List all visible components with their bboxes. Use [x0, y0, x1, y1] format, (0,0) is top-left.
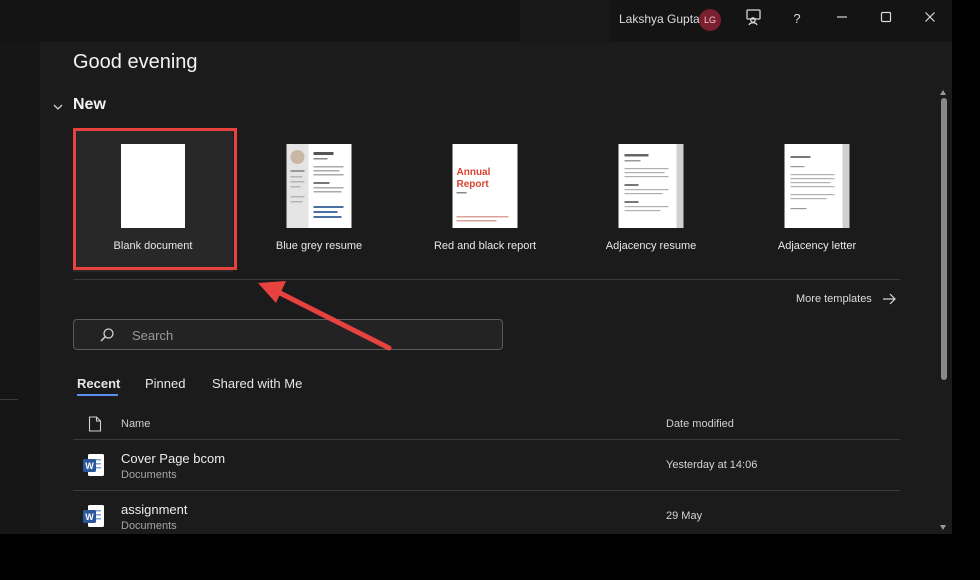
- search-input[interactable]: Search: [73, 319, 503, 350]
- file-date-modified: Yesterday at 14:06: [666, 459, 758, 471]
- template-label: Red and black report: [433, 240, 537, 252]
- scrollbar-thumb[interactable]: [941, 98, 947, 380]
- word-start-window: Lakshya Gupta LG ? Good evening New Blan…: [0, 0, 952, 534]
- search-placeholder: Search: [132, 328, 174, 343]
- report-cover-line-1: Annual: [457, 167, 491, 178]
- svg-text:W: W: [85, 512, 94, 522]
- annotation-highlight-box: [73, 128, 237, 270]
- divider: [73, 439, 900, 440]
- search-icon: [99, 327, 115, 348]
- report-cover-line-2: Report: [457, 179, 490, 190]
- divider: [73, 490, 900, 491]
- arrow-right-icon[interactable]: [881, 291, 897, 312]
- file-type-icon: [88, 416, 102, 437]
- tab-shared-with-me[interactable]: Shared with Me: [212, 376, 302, 391]
- file-name: assignment: [121, 502, 188, 517]
- maximize-button[interactable]: [874, 8, 898, 30]
- tab-pinned[interactable]: Pinned: [145, 376, 185, 391]
- template-thumbnail: [286, 144, 352, 228]
- feedback-icon[interactable]: [742, 8, 766, 30]
- title-bar-decoration: [520, 0, 610, 42]
- new-section-heading[interactable]: New: [73, 96, 106, 114]
- template-thumbnail: [784, 144, 850, 228]
- file-date-modified: 29 May: [666, 510, 703, 522]
- chevron-down-icon[interactable]: [52, 100, 64, 118]
- nav-divider: [0, 399, 18, 400]
- active-tab-indicator: [77, 394, 118, 396]
- template-label: Blue grey resume: [275, 240, 363, 252]
- avatar[interactable]: LG: [699, 9, 721, 31]
- tab-recent[interactable]: Recent: [77, 376, 120, 391]
- left-navigation-pane: [0, 42, 40, 534]
- column-header-name[interactable]: Name: [121, 418, 150, 430]
- help-button[interactable]: ?: [787, 8, 807, 30]
- minimize-button[interactable]: [830, 8, 854, 30]
- column-header-date-modified[interactable]: Date modified: [666, 418, 734, 430]
- template-label: Adjacency letter: [777, 240, 857, 252]
- template-thumbnail: [618, 144, 684, 228]
- divider: [73, 279, 900, 280]
- page-title: Good evening: [73, 51, 198, 73]
- more-templates-link[interactable]: More templates: [796, 293, 872, 305]
- template-label: Adjacency resume: [605, 240, 697, 252]
- file-name: Cover Page bcom: [121, 451, 226, 466]
- template-adjacency-letter[interactable]: Adjacency letter: [737, 128, 897, 272]
- word-document-icon: W: [82, 503, 106, 529]
- account-name[interactable]: Lakshya Gupta: [619, 12, 700, 26]
- word-document-icon: W: [82, 452, 106, 478]
- scroll-down-icon[interactable]: [939, 518, 947, 534]
- template-adjacency-resume[interactable]: Adjacency resume: [571, 128, 731, 272]
- svg-text:W: W: [85, 461, 94, 471]
- file-location: Documents: [121, 469, 177, 481]
- close-button[interactable]: [918, 8, 942, 30]
- template-red-and-black-report[interactable]: Annual Report Red and black report: [405, 128, 565, 272]
- title-bar: Lakshya Gupta LG ?: [0, 0, 952, 42]
- file-location: Documents: [121, 520, 177, 532]
- template-blue-grey-resume[interactable]: Blue grey resume: [239, 128, 399, 272]
- template-thumbnail: Annual Report: [452, 144, 518, 228]
